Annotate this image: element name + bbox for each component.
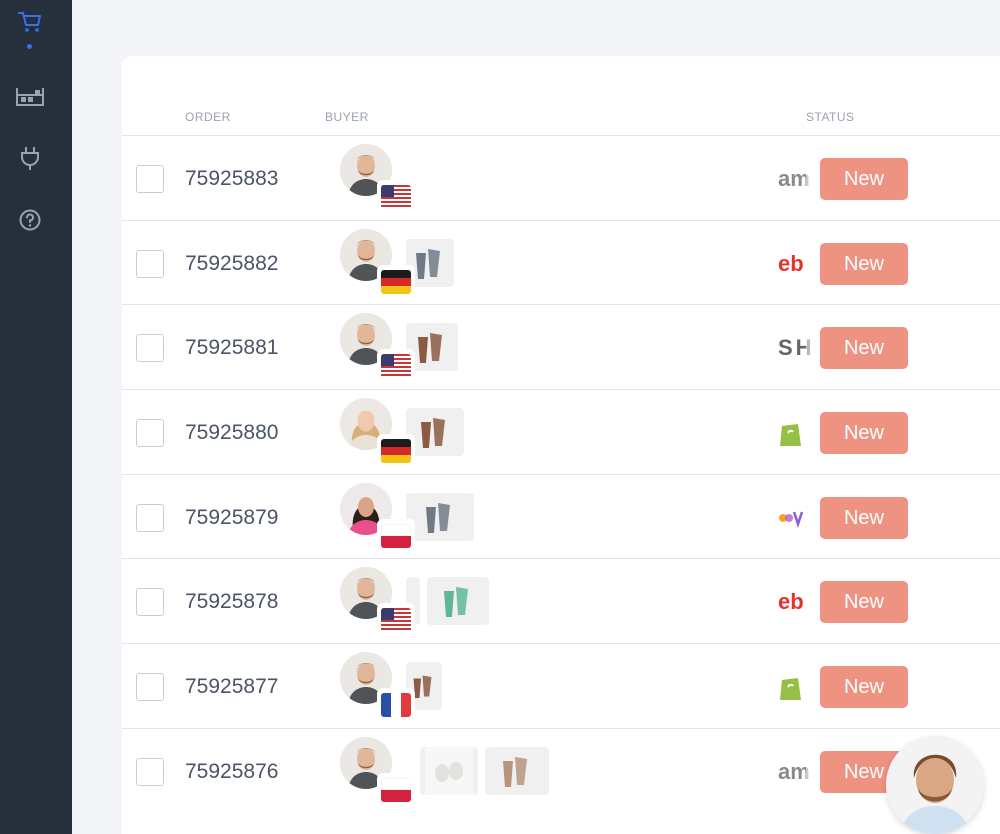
status-badge[interactable]: New	[820, 666, 908, 708]
country-flag	[377, 519, 415, 553]
fr-flag-icon	[381, 693, 411, 717]
row-checkbox[interactable]	[136, 165, 164, 193]
order-number[interactable]: 75925876	[185, 760, 278, 784]
us-flag-icon	[381, 354, 411, 378]
status-badge[interactable]: New	[820, 497, 908, 539]
help-icon	[19, 209, 41, 231]
order-number[interactable]: 75925881	[185, 336, 278, 360]
table-row[interactable]: 75925882 eb New	[122, 220, 1000, 305]
row-checkbox[interactable]	[136, 334, 164, 362]
nav-integrations[interactable]	[0, 138, 60, 178]
pl-flag-icon	[381, 778, 411, 802]
row-checkbox[interactable]	[136, 673, 164, 701]
column-header-buyer[interactable]: BUYER	[325, 110, 369, 124]
row-checkbox[interactable]	[136, 758, 164, 786]
row-checkbox[interactable]	[136, 250, 164, 278]
country-flag	[377, 434, 415, 468]
us-flag-icon	[381, 608, 411, 632]
country-flag	[377, 349, 415, 383]
marketplace-logo: eb	[778, 587, 804, 617]
nav-warehouse[interactable]	[0, 76, 60, 116]
shopify-icon	[780, 424, 801, 446]
order-number[interactable]: 75925879	[185, 506, 278, 530]
status-badge[interactable]: New	[820, 581, 908, 623]
table-row[interactable]: 75925881 SH New	[122, 304, 1000, 389]
product-thumbnail	[420, 747, 478, 795]
order-number[interactable]: 75925877	[185, 675, 278, 699]
row-checkbox[interactable]	[136, 419, 164, 447]
cart-icon	[18, 12, 41, 32]
table-row[interactable]: 75925878 eb New	[122, 558, 1000, 643]
marketplace-logo	[778, 672, 804, 702]
nav-orders[interactable]	[0, 2, 60, 42]
shopify-icon	[780, 678, 801, 700]
support-chat-avatar[interactable]	[886, 736, 984, 834]
us-flag-icon	[381, 185, 411, 209]
ebay-logo-text: eb	[778, 251, 804, 276]
product-thumbnail	[485, 747, 549, 795]
status-badge[interactable]: New	[820, 412, 908, 454]
warehouse-icon	[16, 88, 44, 106]
country-flag	[377, 265, 415, 299]
de-flag-icon	[381, 439, 411, 463]
table-row[interactable]: 75925879 New	[122, 474, 1000, 559]
plug-icon	[21, 147, 39, 170]
table-row[interactable]: 75925877 New	[122, 643, 1000, 728]
column-header-order[interactable]: ORDER	[185, 110, 231, 124]
status-badge[interactable]: New	[820, 243, 908, 285]
sidebar	[0, 0, 72, 834]
country-flag	[377, 180, 415, 214]
row-checkbox[interactable]	[136, 504, 164, 532]
table-row[interactable]: 75925883 am New	[122, 135, 1000, 220]
status-badge[interactable]: New	[820, 158, 908, 200]
row-checkbox[interactable]	[136, 588, 164, 616]
country-flag	[377, 603, 415, 637]
table-row[interactable]: 75925876 am New	[122, 728, 1000, 813]
order-number[interactable]: 75925883	[185, 167, 278, 191]
product-thumbnail	[406, 493, 474, 541]
marketplace-logo	[778, 503, 806, 533]
status-badge[interactable]: New	[820, 327, 908, 369]
column-header-status[interactable]: STATUS	[806, 110, 855, 124]
table-row[interactable]: 75925880 New	[122, 389, 1000, 474]
order-number[interactable]: 75925878	[185, 590, 278, 614]
marketplace-logo: eb	[778, 249, 804, 279]
active-indicator	[27, 44, 32, 49]
country-flag	[377, 773, 415, 807]
pl-flag-icon	[381, 524, 411, 548]
ebay-logo-text: eb	[778, 589, 804, 614]
order-number[interactable]: 75925882	[185, 252, 278, 276]
de-flag-icon	[381, 270, 411, 294]
marketplace-logo	[778, 418, 804, 448]
country-flag	[377, 688, 415, 722]
product-thumbnail	[427, 577, 489, 625]
nav-help[interactable]	[0, 200, 60, 240]
wish-icon	[779, 511, 804, 528]
order-number[interactable]: 75925880	[185, 421, 278, 445]
